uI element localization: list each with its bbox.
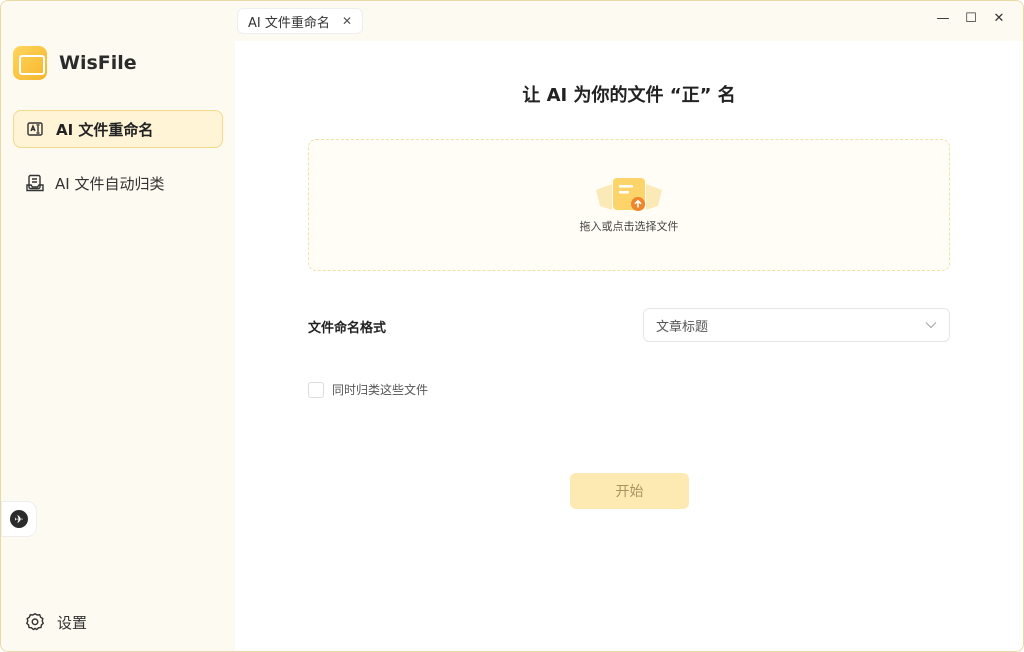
sidebar-item-ai-rename[interactable]: AI 文件重命名 bbox=[13, 110, 223, 148]
naming-format-select[interactable]: 文章标题 bbox=[643, 308, 950, 342]
naming-format-label: 文件命名格式 bbox=[308, 321, 387, 336]
rename-icon bbox=[26, 119, 46, 139]
settings-label: 设置 bbox=[57, 613, 88, 632]
naming-format-value: 文章标题 bbox=[656, 319, 709, 335]
gear-icon bbox=[25, 612, 45, 632]
tab-ai-rename[interactable]: AI 文件重命名 ✕ bbox=[237, 8, 363, 34]
main-panel: 让 AI 为你的文件 “正” 名 拖入或点击选择文件 文件命名格式 文章标题 同… bbox=[235, 41, 1023, 651]
sidebar: WisFile AI 文件重命名 AI 文件自动归类 ✈ 设置 bbox=[1, 1, 235, 651]
sidebar-item-ai-classify[interactable]: AI 文件自动归类 bbox=[13, 164, 223, 202]
title-bar: AI 文件重命名 ✕ — ☐ ✕ bbox=[235, 1, 1023, 41]
file-upload-icon bbox=[596, 178, 662, 211]
dropzone-text: 拖入或点击选择文件 bbox=[579, 220, 679, 233]
classify-checkbox[interactable] bbox=[308, 381, 324, 398]
page-title: 让 AI 为你的文件 “正” 名 bbox=[522, 85, 736, 106]
sidebar-item-label: AI 文件自动归类 bbox=[55, 174, 165, 193]
minimize-icon[interactable]: — bbox=[937, 11, 950, 26]
window-controls: — ☐ ✕ bbox=[937, 11, 1005, 26]
close-icon[interactable]: ✕ bbox=[993, 11, 1005, 26]
sidebar-item-label: AI 文件重命名 bbox=[56, 120, 154, 139]
start-button[interactable]: 开始 bbox=[570, 473, 689, 509]
floating-assistant-button[interactable]: ✈ bbox=[1, 501, 37, 537]
file-dropzone[interactable]: 拖入或点击选择文件 bbox=[308, 139, 950, 271]
app-name: WisFile bbox=[59, 52, 137, 74]
classify-icon bbox=[25, 173, 45, 193]
wisfile-logo-icon bbox=[13, 46, 47, 80]
brand: WisFile bbox=[13, 45, 137, 81]
app-window: WisFile AI 文件重命名 AI 文件自动归类 ✈ 设置 AI 文件重命名… bbox=[0, 0, 1024, 652]
settings-button[interactable]: 设置 bbox=[25, 609, 87, 635]
classify-checkbox-label: 同时归类这些文件 bbox=[332, 383, 429, 397]
tab-label: AI 文件重命名 bbox=[248, 15, 330, 31]
maximize-icon[interactable]: ☐ bbox=[965, 11, 977, 26]
chevron-down-icon bbox=[925, 319, 937, 332]
airplane-icon: ✈ bbox=[10, 510, 28, 528]
classify-checkbox-row[interactable]: 同时归类这些文件 bbox=[308, 381, 428, 398]
tab-close-icon[interactable]: ✕ bbox=[342, 14, 352, 28]
